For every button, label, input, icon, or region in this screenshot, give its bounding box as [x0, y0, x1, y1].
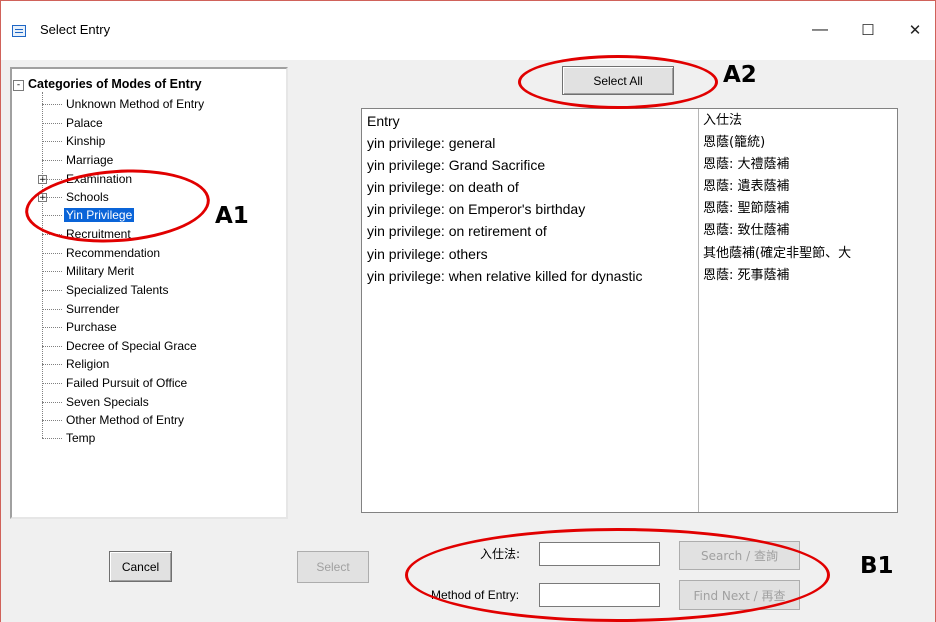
entry-cell-chinese[interactable]: 恩蔭: 致仕蔭補: [703, 222, 790, 240]
tree-item-palace[interactable]: Palace: [66, 116, 103, 130]
tree-connector: [42, 104, 62, 105]
tree-connector: [42, 253, 62, 254]
cancel-button[interactable]: Cancel: [109, 551, 172, 582]
tree-connector: [42, 271, 62, 272]
tree-item-other-method[interactable]: Other Method of Entry: [66, 413, 184, 427]
tree-connector: [42, 92, 43, 438]
tree-item-temp[interactable]: Temp: [66, 431, 95, 445]
tree-connector: [42, 383, 62, 384]
select-button[interactable]: Select: [297, 551, 369, 583]
tree-connector: [42, 309, 62, 310]
expand-icon[interactable]: +: [38, 175, 47, 185]
entry-cell-chinese[interactable]: 其他蔭補(確定非聖節、大: [703, 245, 896, 263]
tree-item-recommendation[interactable]: Recommendation: [66, 246, 160, 260]
window-title: Select Entry: [40, 22, 111, 37]
entry-cell-chinese[interactable]: 恩蔭: 遺表蔭補: [703, 178, 790, 196]
tree-item-kinship[interactable]: Kinship: [66, 134, 105, 148]
tree-item-decree-of-special-grace[interactable]: Decree of Special Grace: [66, 339, 197, 353]
tree-connector: [42, 141, 62, 142]
entry-cell[interactable]: yin privilege: general: [367, 134, 495, 152]
tree-connector: [42, 438, 62, 439]
entry-cell[interactable]: yin privilege: others: [367, 245, 488, 263]
tree-item-marriage[interactable]: Marriage: [66, 153, 113, 167]
tree-item-purchase[interactable]: Purchase: [66, 320, 117, 334]
tree-connector: [42, 327, 62, 328]
entry-cell-chinese[interactable]: 恩蔭: 死事蔭補: [703, 267, 790, 285]
form-icon: [12, 25, 26, 37]
tree-connector: [42, 160, 62, 161]
annotation-ellipse-b1: [405, 528, 830, 622]
tree-connector: [42, 123, 62, 124]
annotation-label-b1: B1: [860, 553, 894, 579]
column-header-chinese[interactable]: 入仕法: [703, 112, 742, 130]
tree-item-religion[interactable]: Religion: [66, 357, 109, 371]
minimize-button[interactable]: —: [797, 14, 843, 46]
collapse-icon[interactable]: -: [13, 80, 24, 91]
title-bar: [0, 0, 936, 60]
tree-item-specialized-talents[interactable]: Specialized Talents: [66, 283, 169, 297]
tree-connector: [42, 364, 62, 365]
tree-item-military-merit[interactable]: Military Merit: [66, 264, 134, 278]
tree-connector: [42, 290, 62, 291]
tree-item-failed-pursuit[interactable]: Failed Pursuit of Office: [66, 376, 187, 390]
entry-cell-chinese[interactable]: 恩蔭: 聖節蔭補: [703, 200, 790, 218]
entry-cell[interactable]: yin privilege: when relative killed for …: [367, 267, 697, 285]
annotation-ellipse-a2: [518, 55, 718, 109]
tree-item-surrender[interactable]: Surrender: [66, 302, 119, 316]
tree-connector: [42, 346, 62, 347]
close-button[interactable]: ✕: [892, 14, 936, 46]
entry-cell[interactable]: yin privilege: Grand Sacrifice: [367, 156, 545, 174]
entry-cell-chinese[interactable]: 恩蔭: 大禮蔭補: [703, 156, 790, 174]
annotation-label-a1: A1: [215, 203, 249, 229]
tree-connector: [42, 402, 62, 403]
entry-cell-chinese[interactable]: 恩蔭(籠統): [703, 134, 765, 152]
tree-connector: [42, 420, 62, 421]
column-header-entry[interactable]: Entry: [367, 112, 400, 130]
tree-root-label[interactable]: Categories of Modes of Entry: [28, 77, 202, 91]
entry-cell[interactable]: yin privilege: on Emperor's birthday: [367, 200, 585, 218]
tree-item-unknown-method[interactable]: Unknown Method of Entry: [66, 97, 204, 111]
annotation-label-a2: A2: [723, 62, 757, 88]
maximize-button[interactable]: ☐: [845, 14, 891, 46]
entry-cell[interactable]: yin privilege: on death of: [367, 178, 519, 196]
column-divider: [698, 109, 699, 512]
entry-cell[interactable]: yin privilege: on retirement of: [367, 222, 547, 240]
tree-item-seven-specials[interactable]: Seven Specials: [66, 395, 149, 409]
